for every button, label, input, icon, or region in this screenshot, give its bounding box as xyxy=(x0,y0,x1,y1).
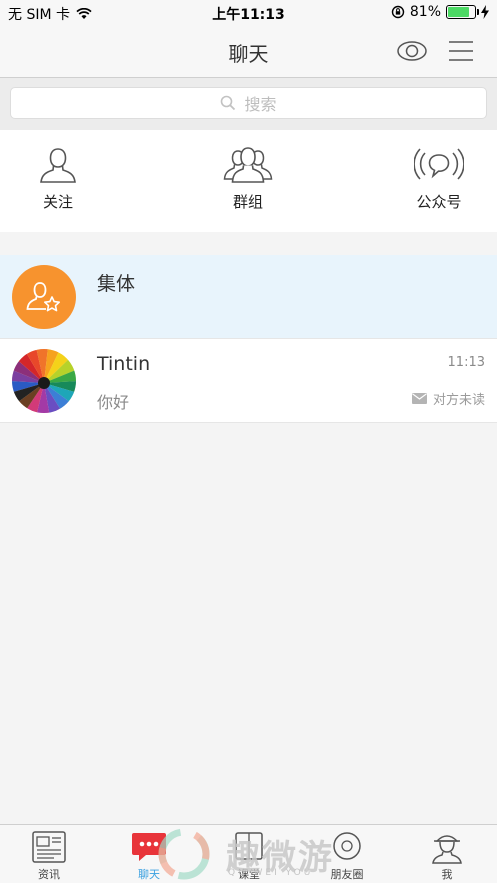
shortcut-groups[interactable]: 群组 xyxy=(208,145,288,212)
broadcast-icon xyxy=(414,148,464,180)
chat-name: 集体 xyxy=(97,273,136,295)
shortcut-row: 关注 群组 公众号 xyxy=(0,130,497,232)
search-input[interactable]: 搜索 xyxy=(10,87,487,119)
group-star-avatar xyxy=(12,265,76,329)
tab-chat[interactable]: 聊天 xyxy=(114,829,184,882)
shortcut-follow-label: 关注 xyxy=(42,193,73,211)
profile-icon xyxy=(432,835,462,864)
status-bar: 无 SIM 卡 上午11:13 81% xyxy=(0,0,497,26)
envelope-icon xyxy=(411,393,427,404)
shortcut-official-accounts-label: 公众号 xyxy=(416,193,462,211)
group-icon xyxy=(223,147,273,183)
classroom-icon xyxy=(235,832,263,860)
carrier-label: 无 SIM 卡 xyxy=(8,7,70,23)
tab-news-label: 资讯 xyxy=(38,868,60,881)
eye-button[interactable] xyxy=(396,38,428,64)
tab-classroom[interactable]: 课堂 xyxy=(214,829,284,882)
news-icon xyxy=(32,831,66,863)
read-status-label: 对方未读 xyxy=(432,393,485,408)
status-left: 无 SIM 卡 xyxy=(8,4,92,24)
battery-percent: 81% xyxy=(409,4,441,20)
status-right: 81% xyxy=(391,4,489,20)
shortcut-official-accounts[interactable]: 公众号 xyxy=(399,145,479,212)
tab-classroom-label: 课堂 xyxy=(238,868,260,881)
colored-pencils-image xyxy=(12,349,76,413)
chat-row-collective[interactable]: 集体 xyxy=(0,255,497,339)
nav-bar: 聊天 xyxy=(0,26,497,78)
search-area: 搜索 xyxy=(0,78,497,130)
menu-button[interactable] xyxy=(447,39,475,63)
tab-bar: 资讯 聊天 课堂 朋友圈 我 xyxy=(0,824,497,883)
shortcut-groups-label: 群组 xyxy=(232,193,263,211)
colored-pencils-avatar xyxy=(12,349,76,413)
moments-icon xyxy=(333,832,361,860)
rotation-lock-icon xyxy=(391,5,405,19)
wifi-icon xyxy=(76,8,92,19)
chat-time: 11:13 xyxy=(447,355,485,370)
battery-icon xyxy=(446,5,479,19)
tab-moments-label: 朋友圈 xyxy=(330,868,364,881)
hamburger-icon xyxy=(449,41,473,61)
chat-row-tintin[interactable]: Tintin 你好 11:13 对方未读 xyxy=(0,339,497,423)
tab-me-label: 我 xyxy=(441,868,453,881)
search-placeholder: 搜索 xyxy=(244,95,277,114)
chat-read-status: 对方未读 xyxy=(411,389,485,408)
chat-list: 集体 Tintin 你好 11:13 对方未读 xyxy=(0,255,497,423)
charging-icon xyxy=(481,5,489,19)
person-icon xyxy=(40,148,76,183)
chat-name: Tintin xyxy=(97,353,151,375)
tab-news[interactable]: 资讯 xyxy=(14,829,84,882)
search-icon xyxy=(221,95,236,111)
tab-moments[interactable]: 朋友圈 xyxy=(312,829,382,882)
tab-chat-label: 聊天 xyxy=(138,868,160,881)
chat-last-message: 你好 xyxy=(97,393,130,412)
chat-icon xyxy=(132,833,166,861)
tab-me[interactable]: 我 xyxy=(412,829,482,882)
group-star-icon xyxy=(26,282,60,312)
eye-icon xyxy=(397,41,427,61)
shortcut-follow[interactable]: 关注 xyxy=(18,145,98,212)
battery-fill xyxy=(448,7,470,17)
